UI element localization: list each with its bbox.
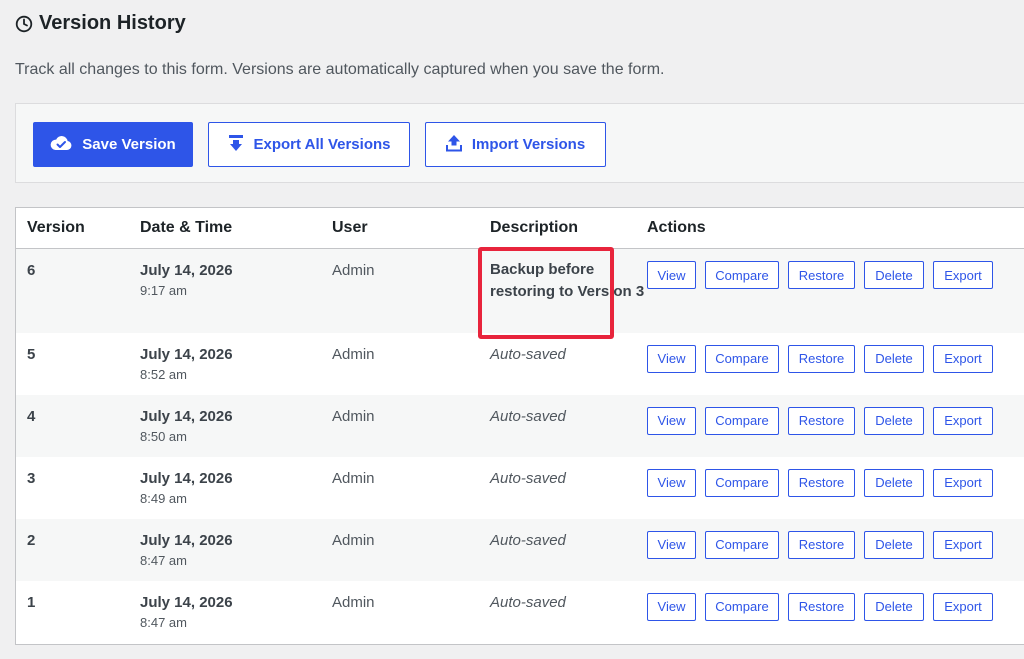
version-date: July 14, 2026: [140, 593, 233, 611]
delete-version-button[interactable]: Delete: [864, 468, 924, 497]
version-date: July 14, 2026: [140, 531, 233, 549]
export-all-versions-button[interactable]: Export All Versions: [208, 122, 410, 167]
version-description: Auto-saved: [490, 593, 566, 611]
column-header-version: Version: [16, 208, 140, 249]
version-description: Auto-saved: [490, 469, 566, 487]
delete-version-button[interactable]: Delete: [864, 592, 924, 621]
page-title: Version History: [39, 12, 186, 34]
row-actions: View Compare Restore Delete Export: [647, 395, 1024, 435]
export-version-button[interactable]: Export: [933, 344, 993, 373]
table-row: 1 July 14, 2026 8:47 am Admin Auto-saved View…: [16, 580, 1024, 643]
column-header-description: Description: [490, 208, 647, 249]
version-user: Admin: [332, 407, 375, 425]
version-date: July 14, 2026: [140, 407, 233, 425]
export-version-button[interactable]: Export: [933, 406, 993, 435]
export-version-button[interactable]: Export: [933, 468, 993, 497]
export-version-button[interactable]: Export: [933, 592, 993, 621]
version-date: July 14, 2026: [140, 262, 233, 279]
row-actions: View Compare Restore Delete Export: [647, 519, 1024, 559]
version-number: 4: [27, 407, 36, 425]
version-number: 2: [27, 531, 36, 549]
table-row: 6 July 14, 2026 9:17 am Admin Backup before …: [16, 248, 1024, 333]
table-row: 3 July 14, 2026 8:49 am Admin Auto-saved View…: [16, 456, 1024, 519]
version-number: 6: [27, 262, 36, 279]
compare-version-button[interactable]: Compare: [705, 406, 779, 435]
version-time: 8:47 am: [140, 614, 187, 630]
table-header-row: Version Date & Time User Description Act…: [16, 208, 1024, 249]
column-header-actions: Actions: [647, 208, 1024, 249]
version-description: Auto-saved: [490, 531, 566, 549]
version-table: Version Date & Time User Description Act…: [15, 207, 1024, 645]
compare-version-button[interactable]: Compare: [705, 468, 779, 497]
table-row: 4 July 14, 2026 8:50 am Admin Auto-saved View…: [16, 394, 1024, 457]
view-version-button[interactable]: View: [647, 468, 696, 497]
import-versions-button[interactable]: Import Versions: [425, 122, 606, 167]
view-version-button[interactable]: View: [647, 592, 696, 621]
column-header-user: User: [332, 208, 490, 249]
restore-version-button[interactable]: Restore: [788, 261, 855, 289]
version-time: 8:52 am: [140, 366, 187, 382]
upload-icon: [445, 134, 462, 156]
restore-version-button[interactable]: Restore: [788, 344, 855, 373]
version-user: Admin: [332, 593, 375, 611]
download-icon: [228, 134, 244, 156]
version-number: 1: [27, 593, 36, 611]
compare-version-button[interactable]: Compare: [705, 261, 779, 289]
clock-icon: [15, 15, 33, 33]
restore-version-button[interactable]: Restore: [788, 406, 855, 435]
delete-version-button[interactable]: Delete: [864, 344, 924, 373]
version-user: Admin: [332, 531, 375, 549]
version-toolbar: Save Version Export All Versions Import …: [15, 103, 1024, 183]
view-version-button[interactable]: View: [647, 406, 696, 435]
version-time: 8:49 am: [140, 490, 187, 506]
view-version-button[interactable]: View: [647, 344, 696, 373]
version-number: 5: [27, 345, 36, 363]
delete-version-button[interactable]: Delete: [864, 261, 924, 289]
row-actions: View Compare Restore Delete Export: [647, 249, 1024, 289]
row-actions: View Compare Restore Delete Export: [647, 457, 1024, 497]
save-version-button[interactable]: Save Version: [33, 122, 193, 167]
restore-version-button[interactable]: Restore: [788, 530, 855, 559]
compare-version-button[interactable]: Compare: [705, 344, 779, 373]
compare-version-button[interactable]: Compare: [705, 592, 779, 621]
cloud-check-icon: [50, 135, 72, 155]
save-version-label: Save Version: [82, 136, 176, 153]
version-description: Auto-saved: [490, 407, 566, 425]
version-date: July 14, 2026: [140, 345, 233, 363]
table-row: 2 July 14, 2026 8:47 am Admin Auto-saved View…: [16, 518, 1024, 581]
page-description: Track all changes to this form. Versions…: [15, 61, 665, 78]
version-time: 9:17 am: [140, 283, 187, 298]
view-version-button[interactable]: View: [647, 530, 696, 559]
export-version-button[interactable]: Export: [933, 530, 993, 559]
export-version-button[interactable]: Export: [933, 261, 993, 289]
row-actions: View Compare Restore Delete Export: [647, 333, 1024, 373]
restore-version-button[interactable]: Restore: [788, 468, 855, 497]
version-date: July 14, 2026: [140, 469, 233, 487]
import-versions-label: Import Versions: [471, 136, 586, 153]
version-number: 3: [27, 469, 36, 487]
compare-version-button[interactable]: Compare: [705, 530, 779, 559]
version-user: Admin: [332, 262, 375, 279]
column-header-date-time: Date & Time: [140, 208, 332, 249]
version-user: Admin: [332, 345, 375, 363]
delete-version-button[interactable]: Delete: [864, 406, 924, 435]
page-header: Version History: [15, 12, 186, 35]
restore-version-button[interactable]: Restore: [788, 592, 855, 621]
row-actions: View Compare Restore Delete Export: [647, 581, 1024, 621]
version-description: Backup before restoring to Version 3: [490, 261, 645, 300]
version-time: 8:47 am: [140, 552, 187, 568]
version-description: Auto-saved: [490, 345, 566, 363]
version-time: 8:50 am: [140, 428, 187, 444]
view-version-button[interactable]: View: [647, 261, 696, 289]
version-user: Admin: [332, 469, 375, 487]
export-all-versions-label: Export All Versions: [253, 136, 391, 153]
table-row: 5 July 14, 2026 8:52 am Admin Auto-saved View…: [16, 332, 1024, 395]
delete-version-button[interactable]: Delete: [864, 530, 924, 559]
